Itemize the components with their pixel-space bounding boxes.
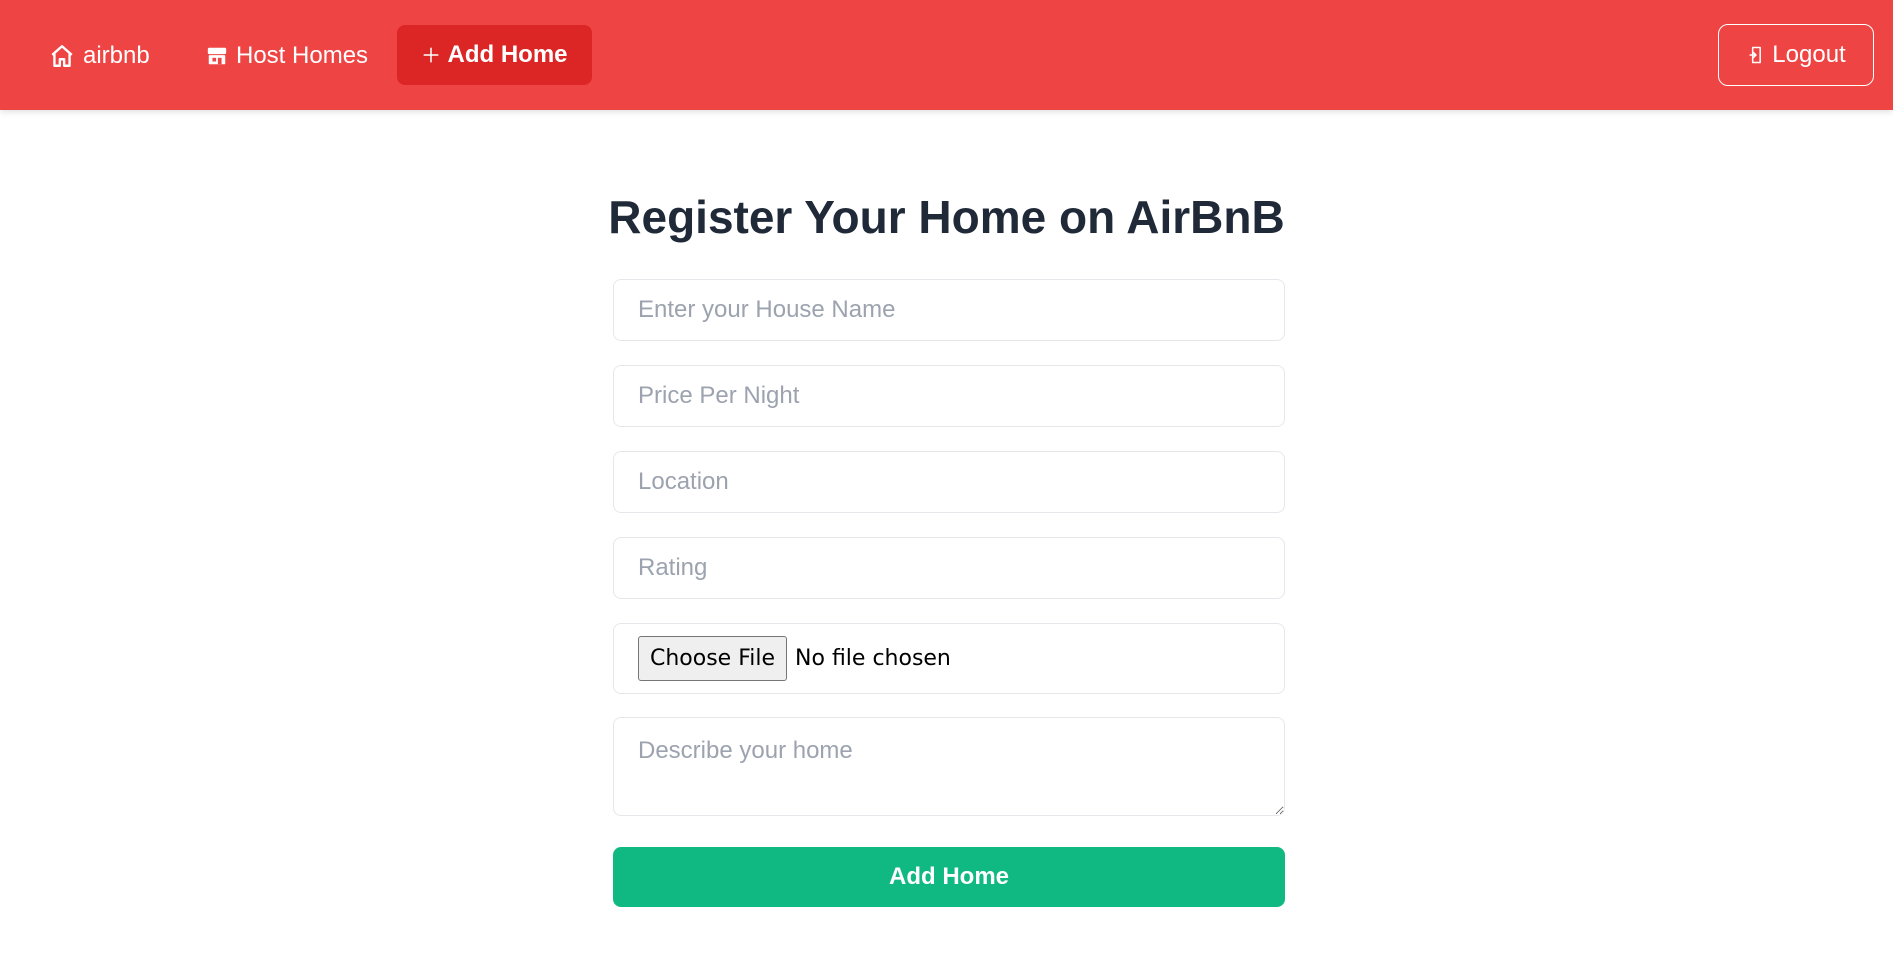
price-per-night-input[interactable] — [613, 365, 1285, 427]
photo-file-input: Choose File No file chosen — [613, 623, 1285, 694]
description-textarea[interactable] — [613, 717, 1285, 816]
choose-file-button[interactable]: Choose File — [638, 636, 788, 681]
brand-link[interactable]: airbnb — [49, 38, 150, 74]
house-icon — [51, 45, 73, 67]
logout-button[interactable]: Logout — [1718, 24, 1874, 86]
add-home-nav-button[interactable]: Add Home — [397, 25, 592, 85]
plus-icon — [423, 47, 438, 63]
rating-input[interactable] — [613, 537, 1285, 599]
brand-label: airbnb — [83, 42, 150, 69]
logout-label: Logout — [1772, 41, 1846, 68]
store-icon — [207, 47, 227, 65]
host-homes-link[interactable]: Host Homes — [206, 38, 368, 74]
location-input[interactable] — [613, 451, 1285, 513]
add-home-submit-button[interactable]: Add Home — [613, 847, 1285, 907]
page-title: Register Your Home on AirBnB — [608, 191, 1285, 243]
house-name-input[interactable] — [613, 279, 1285, 341]
top-navbar: airbnb Host Homes Add Home Logout — [0, 0, 1893, 110]
add-home-nav-label: Add Home — [447, 41, 568, 68]
file-status-text: No file chosen — [795, 646, 951, 671]
logout-icon — [1749, 46, 1762, 64]
host-homes-label: Host Homes — [236, 42, 369, 69]
